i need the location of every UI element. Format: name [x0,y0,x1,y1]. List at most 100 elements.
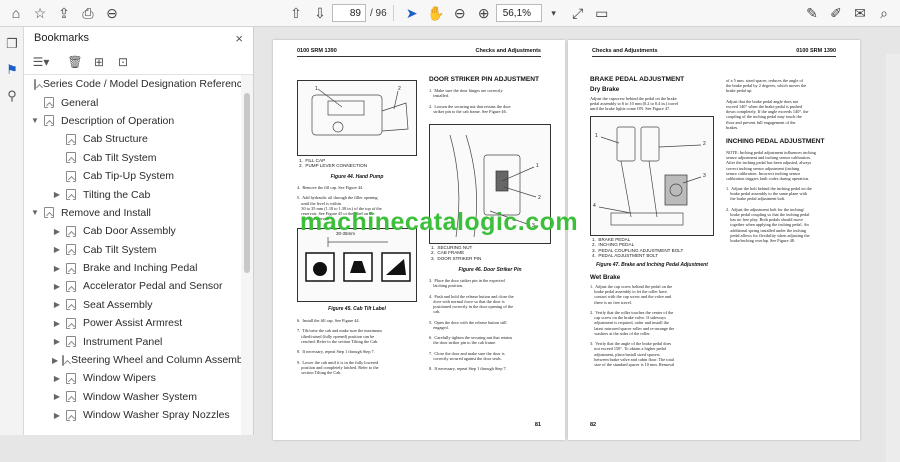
svg-text:3: 3 [703,173,706,179]
left-navigation-rail: ❐ ⚑ ⚲ [0,27,24,435]
bookmark-icon [44,115,54,127]
chevron-down-icon[interactable]: ▾ [542,2,566,24]
bookmark-icon [66,280,76,292]
fit-page-icon[interactable]: ⤢ [566,2,590,24]
zoom-level-select[interactable]: 56,1% [495,4,542,22]
bookmark-icon [62,354,65,366]
search-icon[interactable]: ⌕ [872,2,896,24]
bookmark-item[interactable]: ▶ Seat Assembly [24,296,242,314]
svg-text:1: 1 [595,133,598,139]
expand-bookmark-icon[interactable]: ⊡ [114,55,132,69]
print-icon[interactable]: ⎙ [76,2,100,24]
svg-text:2: 2 [703,141,706,147]
bookmark-label: Cab Tip-Up System [83,170,175,183]
bookmark-icon [66,299,76,311]
brake-pedal-illustration: 1 2 3 4 [593,126,706,226]
page-82: Checks and Adjustments 0100 SRM 1390 BRA… [568,40,860,440]
chevron-down-icon[interactable]: ▼ [30,116,40,125]
share-icon[interactable]: ✉ [848,2,872,24]
bookmark-item[interactable]: ▶ Window Washer System [24,388,242,406]
highlight-icon[interactable]: ✐ [824,2,848,24]
bookmark-icon [66,372,76,384]
zoom-out-search-icon[interactable]: ⊖ [100,2,124,24]
delete-icon[interactable]: 🗑 [66,55,84,69]
page-number-input[interactable]: 89 [332,4,366,22]
bookmark-label: Cab Tilt System [83,243,157,256]
bookmark-icon [66,152,76,164]
fill-sign-icon[interactable]: ✎ [800,2,824,24]
bookmark-item[interactable]: ▼ Description of Operation [24,112,242,130]
bookmark-item[interactable]: ▶ Window Washer Spray Nozzles [24,406,242,424]
bookmark-item[interactable]: Series Code / Model Designation Referenc… [24,75,242,93]
bookmark-item[interactable]: ▶ Power Assist Armrest [24,314,242,332]
svg-text:4: 4 [593,203,596,209]
bookmark-icon [66,317,76,329]
zoom-out-icon[interactable]: ⊖ [448,2,472,24]
comment-icon[interactable]: ▭ [590,2,614,24]
bookmark-item[interactable]: ▶ Cab Door Assembly [24,222,242,240]
bookmark-icon [66,189,76,201]
chevron-right-icon[interactable]: ▶ [52,319,62,328]
bookmark-icon [66,244,76,256]
bookmark-icon [66,391,76,403]
chevron-right-icon[interactable]: ▶ [52,245,62,254]
bookmark-item[interactable]: General [24,93,242,111]
figure-cab-tilt-label: 30-35mm [297,228,417,302]
bookmark-icon [44,207,54,219]
zoom-in-icon[interactable]: ⊕ [472,2,496,24]
new-bookmark-icon[interactable]: ⊞ [90,55,108,69]
bookmark-label: General [61,96,99,109]
upload-icon[interactable]: ⇪ [52,2,76,24]
close-icon[interactable]: × [235,31,243,46]
bookmark-item[interactable]: Cab Structure [24,130,242,148]
chevron-right-icon[interactable]: ▶ [52,300,62,309]
bookmark-item[interactable]: ▶ Brake and Inching Pedal [24,259,242,277]
bookmark-icon [66,262,76,274]
figure-hand-pump: 1 2 [297,80,417,156]
bookmark-tree: Series Code / Model Designation Referenc… [24,75,242,435]
bookmark-item[interactable]: ▶ Instrument Panel [24,332,242,350]
page-thumbnails-icon[interactable]: ❐ [0,31,24,57]
bookmark-options-icon[interactable]: ☰▾ [32,55,50,69]
select-cursor-icon[interactable]: ➤ [400,2,424,24]
chevron-right-icon[interactable]: ▶ [52,411,62,420]
chevron-down-icon[interactable]: ▼ [30,208,40,217]
chevron-right-icon[interactable]: ▶ [52,282,62,291]
bookmark-item[interactable]: ▶ Accelerator Pedal and Sensor [24,277,242,295]
chevron-right-icon[interactable]: ▶ [52,356,58,365]
bookmark-icon [66,336,76,348]
main-toolbar: ⌂ ☆ ⇪ ⎙ ⊖ ⇧ ⇩ 89 / 96 ➤ ✋ ⊖ ⊕ 56,1% ▾ ⤢ … [0,0,900,27]
scrollbar[interactable] [241,75,253,435]
star-icon[interactable]: ☆ [28,2,52,24]
bookmark-item[interactable]: Cab Tilt System [24,149,242,167]
bookmarks-icon[interactable]: ⚑ [0,57,24,83]
bookmark-icon [66,133,76,145]
bookmark-label: Power Assist Armrest [83,317,183,330]
attachments-icon[interactable]: ⚲ [0,83,24,109]
bookmark-item[interactable]: ▶ Window Wipers [24,369,242,387]
bookmark-label: Series Code / Model Designation Referenc… [43,78,242,91]
bookmark-item[interactable]: ▶ Cab Tilt System [24,241,242,259]
chevron-right-icon[interactable]: ▶ [52,264,62,273]
chevron-right-icon[interactable]: ▶ [52,392,62,401]
bookmark-label: Accelerator Pedal and Sensor [83,280,223,293]
hand-pump-illustration: 1 2 [311,86,409,136]
cab-tilt-label-illustration [305,237,411,282]
chevron-right-icon[interactable]: ▶ [52,190,62,199]
bookmark-icon [66,409,76,421]
bookmark-label: Steering Wheel and Column Assembly [71,354,242,367]
bookmark-item[interactable]: ▼ Remove and Install [24,204,242,222]
prev-page-icon[interactable]: ⇧ [284,2,308,24]
bookmark-icon [66,225,76,237]
bookmark-item[interactable]: Cab Tip-Up System [24,167,242,185]
chevron-right-icon[interactable]: ▶ [52,227,62,236]
chevron-right-icon[interactable]: ▶ [52,374,62,383]
bookmark-label: Cab Door Assembly [83,225,176,238]
bookmark-item[interactable]: ▶ Steering Wheel and Column Assembly [24,351,242,369]
hand-tool-icon[interactable]: ✋ [424,2,448,24]
document-scrollbar[interactable] [886,54,900,462]
next-page-icon[interactable]: ⇩ [308,2,332,24]
home-icon[interactable]: ⌂ [4,2,28,24]
bookmark-item[interactable]: ▶ Tilting the Cab [24,185,242,203]
chevron-right-icon[interactable]: ▶ [52,337,62,346]
